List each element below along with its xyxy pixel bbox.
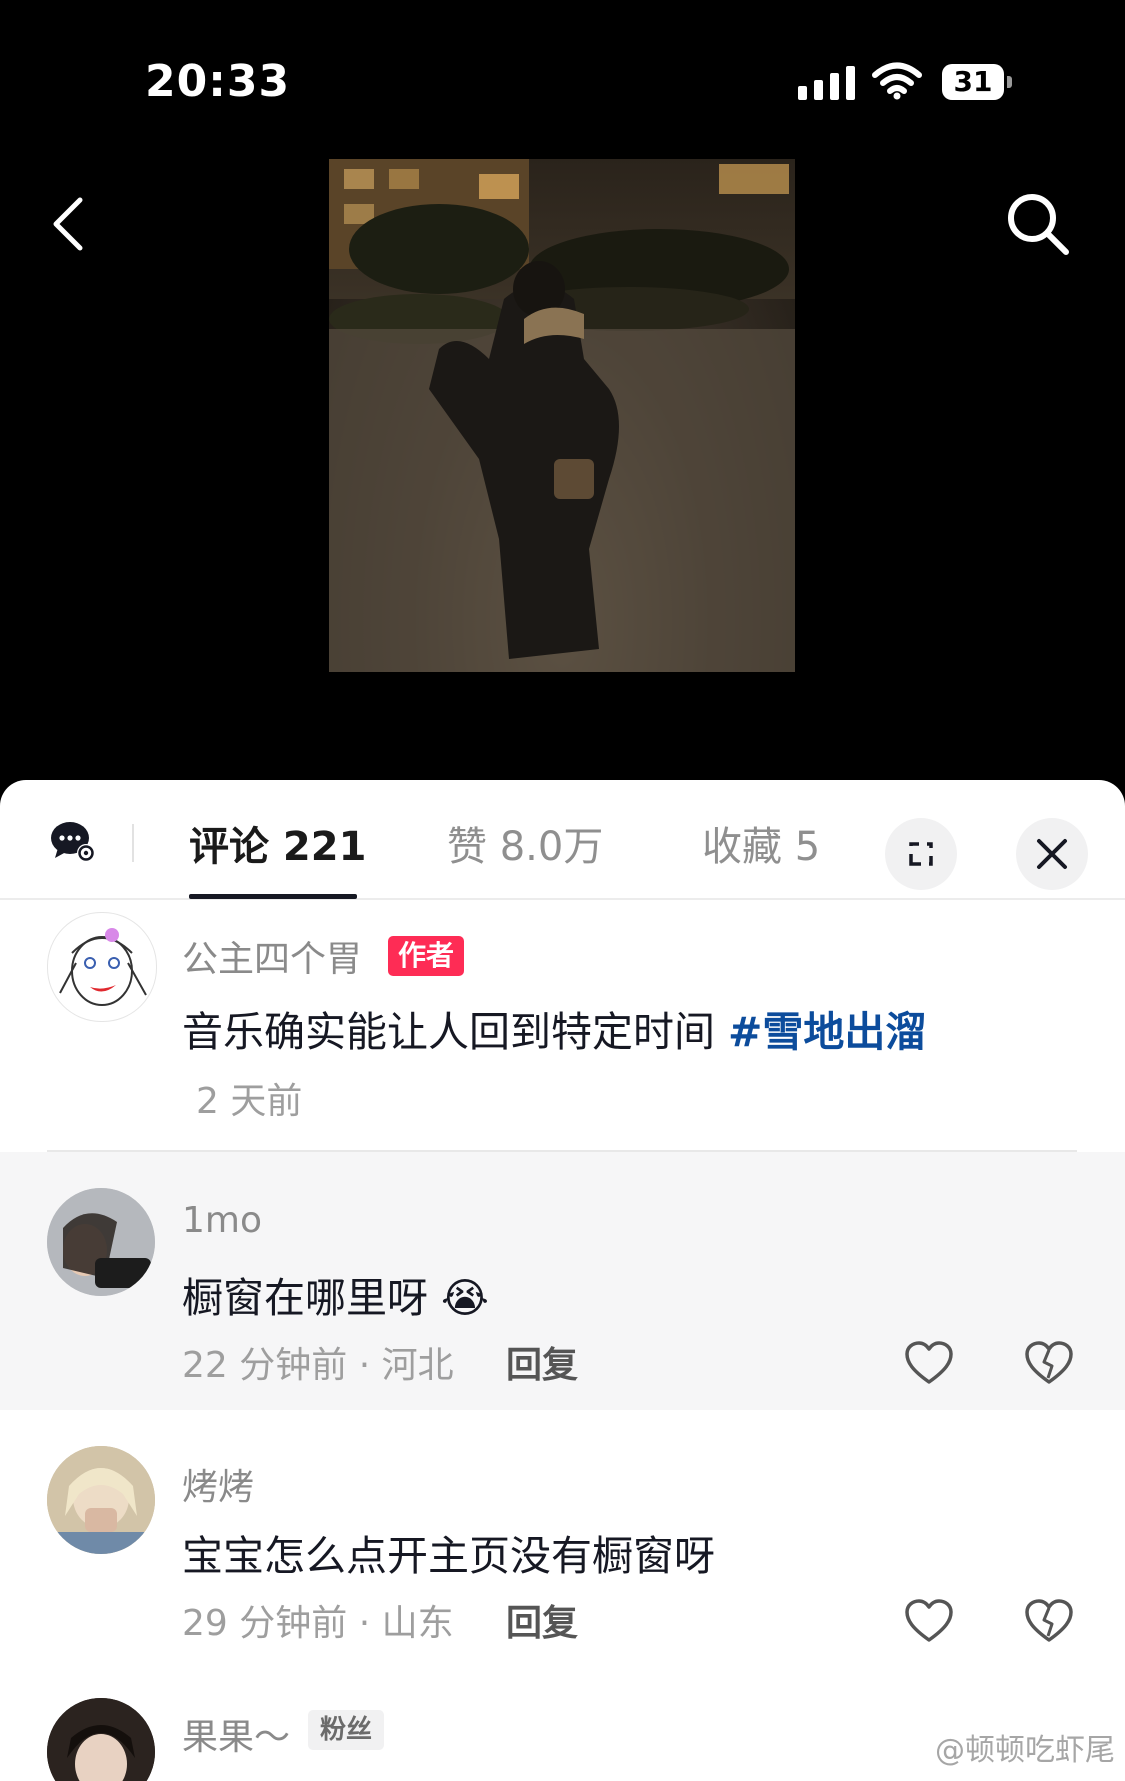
watermark: @顿顿吃虾尾 <box>935 1733 1115 1768</box>
wifi-icon <box>872 62 922 100</box>
tab-likes[interactable]: 赞 8.0万 <box>447 814 603 872</box>
fan-badge: 粉丝 <box>308 1710 385 1750</box>
tab-divider <box>132 824 134 862</box>
dislike-broken-heart-icon[interactable] <box>1024 1598 1074 1644</box>
comment-username[interactable]: 果果～ <box>182 1708 290 1760</box>
hashtag-link[interactable]: #雪地出溜 <box>728 1008 926 1056</box>
avatar-photo-image <box>47 1698 155 1781</box>
reply-button[interactable]: 回复 <box>506 1336 578 1388</box>
video-player[interactable] <box>329 159 795 672</box>
comment-body: 橱窗在哪里呀 <box>182 1274 428 1322</box>
avatar[interactable] <box>47 1188 155 1296</box>
comment-item: 1mo 橱窗在哪里呀 😭 22 分钟前 · 河北 回复 <box>0 1152 1125 1410</box>
expand-button[interactable] <box>885 818 957 890</box>
search-icon[interactable] <box>1004 190 1072 258</box>
comment-username[interactable]: 公主四个胃 <box>182 930 362 982</box>
cellular-signal-icon <box>798 64 856 100</box>
status-time: 20:33 <box>145 56 291 107</box>
close-icon <box>1037 839 1067 869</box>
comment-sheet: 评论 221 赞 8.0万 收藏 5 公主四个胃 作者 音乐确实能让人回到特定时… <box>0 780 1125 1781</box>
reply-button[interactable]: 回复 <box>506 1594 578 1646</box>
comment-item: 烤烤 宝宝怎么点开主页没有橱窗呀 29 分钟前 · 山东 回复 <box>0 1410 1125 1668</box>
tab-comments[interactable]: 评论 221 <box>189 814 366 872</box>
author-badge: 作者 <box>388 936 465 976</box>
avatar[interactable] <box>47 1698 155 1781</box>
avatar-photo-image <box>47 1188 155 1296</box>
comment-time: 2 天前 <box>196 1081 303 1122</box>
expand-icon <box>909 842 933 866</box>
close-button[interactable] <box>1016 818 1088 890</box>
battery-icon: 31 <box>942 64 1014 100</box>
tab-favorites[interactable]: 收藏 5 <box>702 814 820 872</box>
comment-settings-icon[interactable] <box>50 820 96 864</box>
back-arrow-icon[interactable] <box>48 196 96 252</box>
avatar-drawing-image <box>59 928 147 1006</box>
avatar[interactable] <box>47 1446 155 1554</box>
comment-text: 宝宝怎么点开主页没有橱窗呀 <box>182 1532 715 1580</box>
dislike-broken-heart-icon[interactable] <box>1024 1340 1074 1386</box>
comment-tabbar: 评论 221 赞 8.0万 收藏 5 <box>0 780 1125 900</box>
comment-body: 音乐确实能让人回到特定时间 <box>182 1008 715 1056</box>
comment-text: 音乐确实能让人回到特定时间 #雪地出溜 <box>182 998 926 1058</box>
active-tab-indicator <box>189 894 357 899</box>
avatar-photo-image <box>47 1446 155 1554</box>
crying-emoji-icon: 😭 <box>441 1274 489 1322</box>
video-frame-image <box>329 159 795 672</box>
comment-username[interactable]: 烤烤 <box>182 1458 254 1510</box>
comment-time-location: 22 分钟前 · 河北 <box>182 1345 454 1386</box>
battery-percent: 31 <box>953 65 993 98</box>
comment-time-location: 29 分钟前 · 山东 <box>182 1603 454 1644</box>
avatar[interactable] <box>47 912 157 1022</box>
comment-username[interactable]: 1mo <box>182 1200 262 1241</box>
comment-item: 公主四个胃 作者 音乐确实能让人回到特定时间 #雪地出溜 2 天前 <box>0 900 1125 1152</box>
comment-text: 橱窗在哪里呀 😭 <box>182 1264 489 1324</box>
like-heart-icon[interactable] <box>904 1598 954 1644</box>
like-heart-icon[interactable] <box>904 1340 954 1386</box>
